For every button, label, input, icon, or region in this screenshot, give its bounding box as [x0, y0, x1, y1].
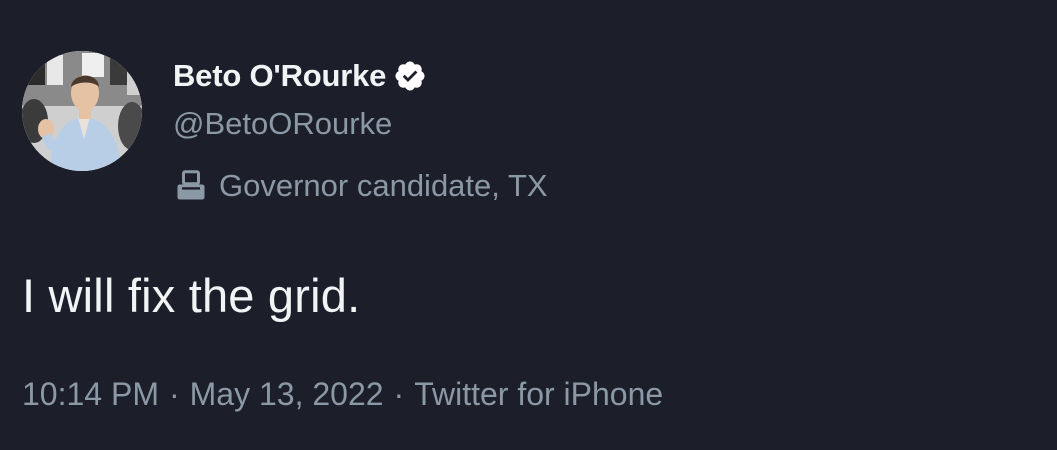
- avatar-photo: [22, 51, 142, 171]
- tweet-meta: 10:14 PM · May 13, 2022 · Twitter for iP…: [22, 372, 663, 416]
- affiliation-label: Governor candidate, TX: [173, 166, 548, 206]
- tweet-date[interactable]: May 13, 2022: [190, 376, 384, 413]
- tweet-text: I will fix the grid.: [22, 269, 361, 322]
- author-name-row: Beto O'Rourke: [173, 54, 427, 98]
- tweet-card: Beto O'Rourke @BetoORourke Governor cand…: [0, 0, 1057, 450]
- avatar[interactable]: [22, 51, 142, 171]
- tweet-time[interactable]: 10:14 PM: [22, 376, 159, 413]
- display-name[interactable]: Beto O'Rourke: [173, 58, 386, 94]
- verified-badge-icon: [393, 59, 427, 93]
- meta-separator: ·: [393, 375, 405, 412]
- affiliation-text: Governor candidate, TX: [219, 168, 548, 203]
- meta-separator: ·: [168, 375, 180, 412]
- ballot-box-icon: [173, 168, 209, 204]
- author-handle[interactable]: @BetoORourke: [173, 106, 392, 142]
- tweet-source[interactable]: Twitter for iPhone: [414, 376, 663, 413]
